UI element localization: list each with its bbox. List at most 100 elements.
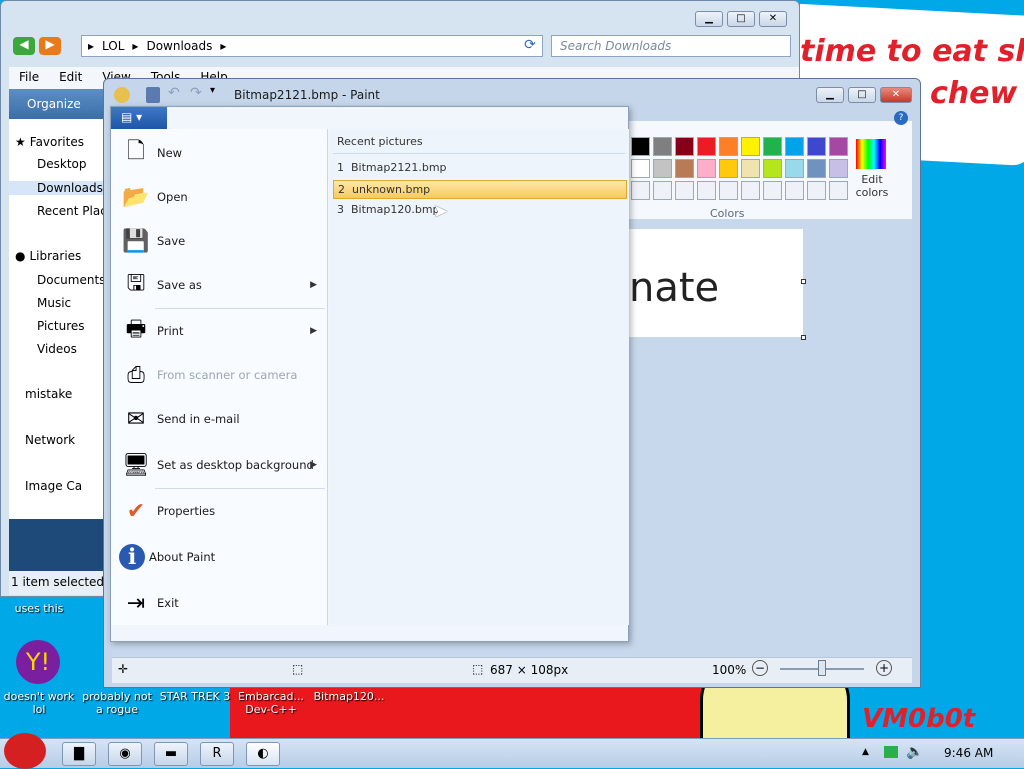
- cmd-taskbar-icon[interactable]: ▬: [154, 742, 188, 766]
- nav-item[interactable]: Desktop: [37, 157, 87, 171]
- nav-item[interactable]: Pictures: [37, 319, 85, 333]
- color-swatch[interactable]: [807, 159, 826, 178]
- forward-arrow-icon[interactable]: ▶: [39, 37, 61, 55]
- rh-taskbar-icon[interactable]: R: [200, 742, 234, 766]
- menu-item-save-as[interactable]: 🖫 Save as ▶: [111, 263, 327, 307]
- nav-item[interactable]: Network: [25, 433, 75, 447]
- desktop-label[interactable]: Bitmap120...: [312, 690, 386, 703]
- zoom-out-button[interactable]: −: [752, 660, 768, 676]
- custom-color-slot[interactable]: [653, 181, 672, 200]
- custom-color-slot[interactable]: [829, 181, 848, 200]
- minimize-button[interactable]: ▁: [816, 87, 844, 103]
- color-swatch[interactable]: [653, 137, 672, 156]
- refresh-icon[interactable]: ⟳: [519, 37, 541, 55]
- custom-color-slot[interactable]: [741, 181, 760, 200]
- custom-color-slot[interactable]: [785, 181, 804, 200]
- menu-item-exit[interactable]: ⇥ Exit: [111, 581, 327, 625]
- color-swatch[interactable]: [631, 159, 650, 178]
- minimize-button[interactable]: ▁: [695, 11, 723, 27]
- zoom-in-button[interactable]: +: [876, 660, 892, 676]
- chrome-taskbar-icon[interactable]: ◉: [108, 742, 142, 766]
- recent-item[interactable]: 3 Bitmap120.bmp: [333, 201, 627, 220]
- custom-color-slot[interactable]: [719, 181, 738, 200]
- color-swatch[interactable]: [763, 159, 782, 178]
- nav-item[interactable]: Videos: [37, 342, 77, 356]
- breadcrumb-item[interactable]: LOL: [102, 39, 124, 53]
- menu-item-about-paint[interactable]: ℹ About Paint: [111, 535, 327, 579]
- desktop-label[interactable]: probably not a rogue: [80, 690, 154, 716]
- recent-item-selected[interactable]: 2 unknown.bmp: [333, 180, 627, 199]
- edit-colors-button[interactable]: Edit colors: [852, 173, 892, 199]
- color-swatch[interactable]: [741, 137, 760, 156]
- resize-handle[interactable]: [801, 335, 806, 340]
- maximize-button[interactable]: □: [727, 11, 755, 27]
- menu-item-send-in-e-mail[interactable]: ✉ Send in e-mail: [111, 397, 327, 441]
- nav-item[interactable]: Libraries: [29, 249, 81, 263]
- menu-item-open[interactable]: 📂 Open: [111, 175, 327, 219]
- menu-file[interactable]: File: [19, 70, 39, 86]
- redo-icon[interactable]: ↷: [190, 85, 202, 101]
- desktop-label[interactable]: uses this: [2, 602, 76, 615]
- color-swatch[interactable]: [741, 159, 760, 178]
- breadcrumb-item[interactable]: Downloads: [146, 39, 212, 53]
- color-swatch[interactable]: [675, 137, 694, 156]
- desktop-label[interactable]: doesn't work lol: [2, 690, 76, 716]
- nav-item[interactable]: Music: [37, 296, 71, 310]
- nav-item[interactable]: Image Ca: [25, 479, 82, 493]
- nav-item-downloads[interactable]: Downloads: [37, 181, 103, 195]
- network-icon[interactable]: [884, 746, 898, 758]
- custom-color-slot[interactable]: [807, 181, 826, 200]
- recent-item[interactable]: 1 Bitmap2121.bmp: [333, 159, 627, 178]
- edit-colors-icon[interactable]: [856, 139, 886, 169]
- search-input[interactable]: Search Downloads: [551, 35, 791, 57]
- start-button-angry-bird-icon[interactable]: [4, 733, 46, 769]
- custom-color-slot[interactable]: [675, 181, 694, 200]
- color-swatch[interactable]: [829, 137, 848, 156]
- canvas[interactable]: nate: [629, 229, 803, 337]
- menu-item-set-as-desktop-background[interactable]: 🖥 Set as desktop background ▶: [111, 443, 327, 487]
- yahoo-messenger-icon[interactable]: Y!: [16, 640, 60, 684]
- clock[interactable]: 9:46 AM: [944, 746, 993, 760]
- custom-color-slot[interactable]: [763, 181, 782, 200]
- paint-menu-button[interactable]: ▤ ▾: [111, 107, 167, 129]
- explorer-taskbar-icon[interactable]: ▇: [62, 742, 96, 766]
- help-icon[interactable]: ?: [894, 111, 908, 125]
- color-swatch[interactable]: [675, 159, 694, 178]
- menu-item-save[interactable]: 💾 Save: [111, 219, 327, 263]
- color-swatch[interactable]: [829, 159, 848, 178]
- chevron-down-icon[interactable]: ▾: [210, 85, 215, 96]
- color-swatch[interactable]: [631, 137, 650, 156]
- color-swatch[interactable]: [719, 159, 738, 178]
- color-swatch[interactable]: [785, 137, 804, 156]
- color-swatch[interactable]: [807, 137, 826, 156]
- desktop-label[interactable]: STAR TREK 3: [158, 690, 232, 703]
- address-bar[interactable]: ▸ LOL ▸ Downloads ▸: [81, 35, 543, 57]
- back-arrow-icon[interactable]: ◀: [13, 37, 35, 55]
- paint-taskbar-icon[interactable]: ◐: [246, 742, 280, 766]
- menu-item-properties[interactable]: ✔ Properties: [111, 489, 327, 533]
- nav-item[interactable]: Favorites: [30, 135, 84, 149]
- volume-icon[interactable]: 🔈: [906, 744, 923, 760]
- menu-item-print[interactable]: 🖶 Print ▶: [111, 309, 327, 353]
- close-button[interactable]: ✕: [759, 11, 787, 27]
- color-swatch[interactable]: [697, 159, 716, 178]
- undo-icon[interactable]: ↶: [168, 85, 180, 101]
- menu-edit[interactable]: Edit: [59, 70, 82, 86]
- color-swatch[interactable]: [785, 159, 804, 178]
- close-button[interactable]: ✕: [880, 87, 912, 103]
- nav-item[interactable]: Documents: [37, 273, 105, 287]
- resize-handle[interactable]: [801, 279, 806, 284]
- custom-color-slot[interactable]: [631, 181, 650, 200]
- color-swatch[interactable]: [653, 159, 672, 178]
- maximize-button[interactable]: □: [848, 87, 876, 103]
- custom-color-slot[interactable]: [697, 181, 716, 200]
- color-swatch[interactable]: [719, 137, 738, 156]
- zoom-slider-thumb[interactable]: [818, 660, 826, 676]
- menu-item-new[interactable]: 🗋 New: [111, 131, 327, 175]
- desktop-label[interactable]: Embarcad... Dev-C++: [234, 690, 308, 716]
- save-icon[interactable]: [146, 87, 160, 103]
- nav-item[interactable]: mistake: [25, 387, 72, 401]
- color-swatch[interactable]: [697, 137, 716, 156]
- show-hidden-icons-icon[interactable]: ▲: [862, 747, 869, 757]
- color-swatch[interactable]: [763, 137, 782, 156]
